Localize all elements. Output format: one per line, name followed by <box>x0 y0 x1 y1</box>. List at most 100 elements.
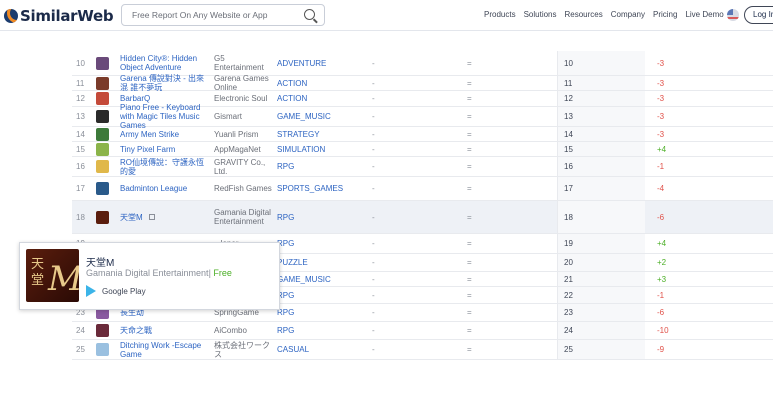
search-box <box>121 4 325 26</box>
category-link[interactable]: SPORTS_GAMES <box>277 177 343 200</box>
table-row[interactable]: 13 Piano Free - Keyboard with Magic Tiles… <box>72 103 773 130</box>
app-name-link[interactable]: Army Men Strike <box>120 127 208 141</box>
icon-glyph-2: 堂 <box>31 273 45 288</box>
popup-store-link[interactable]: Google Play <box>86 285 146 297</box>
rank-change: -6 <box>657 212 665 222</box>
similarweb-logo-icon <box>4 9 18 23</box>
developer-name: 株式会社ワークス <box>214 340 270 359</box>
top-navigation-bar: SimilarWeb Products Solutions Resources … <box>0 0 773 31</box>
app-icon[interactable] <box>96 142 109 156</box>
external-link-icon[interactable] <box>148 214 155 220</box>
category-link[interactable]: ACTION <box>277 76 307 90</box>
app-icon[interactable] <box>96 182 109 195</box>
app-name-text[interactable]: Army Men Strike <box>120 130 179 139</box>
app-icon[interactable] <box>96 210 109 224</box>
app-name-link[interactable]: Badminton League <box>120 177 208 200</box>
category-link[interactable]: GAME_MUSIC <box>277 107 331 126</box>
app-name-text[interactable]: BarbarQ <box>120 94 150 103</box>
category-link[interactable]: STRATEGY <box>277 127 320 141</box>
category-link[interactable]: ADVENTURE <box>277 51 326 75</box>
rank-trend: = <box>467 129 472 139</box>
current-position: 13 <box>557 107 645 126</box>
rank-trend: = <box>467 274 472 284</box>
current-position: 12 <box>557 91 645 106</box>
developer-name: RedFish Games <box>214 184 272 193</box>
app-icon-lineage-m: 天 堂 M <box>26 249 79 302</box>
table-row[interactable]: 15 Tiny Pixel Farm AppMagaNet SIMULATION - = 1… <box>72 142 773 157</box>
current-position: 19 <box>557 234 645 253</box>
table-row[interactable]: 24 天命之戰 AiCombo RPG - = 24 -10 <box>72 322 773 340</box>
app-name-text[interactable]: Tiny Pixel Farm <box>120 145 175 154</box>
nav-pricing[interactable]: Pricing <box>653 10 677 19</box>
app-name-text[interactable]: Badminton League <box>120 184 187 193</box>
search-icon[interactable] <box>304 9 315 20</box>
app-icon[interactable] <box>96 92 109 105</box>
previous-rank: - <box>372 129 375 139</box>
popup-price: Free <box>213 268 232 278</box>
popup-developer: Gamania Digital Entertainment <box>86 268 209 278</box>
category-link[interactable]: RPG <box>277 201 294 233</box>
app-icon[interactable] <box>96 127 109 141</box>
app-icon[interactable] <box>96 56 109 70</box>
nav-products[interactable]: Products <box>484 10 516 19</box>
nav-solutions[interactable]: Solutions <box>524 10 557 19</box>
current-position: 17 <box>557 177 645 200</box>
app-icon-cell <box>96 201 109 233</box>
app-icon[interactable] <box>96 343 109 356</box>
app-icon[interactable] <box>96 324 109 337</box>
developer-name: AiCombo <box>214 326 247 335</box>
app-name-text[interactable]: RO仙境傳說：守護永恆的愛 <box>120 158 208 176</box>
app-name-link[interactable]: Ditching Work -Escape Game <box>120 340 208 359</box>
app-name-link[interactable]: Hidden City®: Hidden Object Adventure <box>120 51 208 75</box>
previous-rank: - <box>372 144 375 154</box>
previous-rank: - <box>372 94 375 103</box>
nav-resources[interactable]: Resources <box>565 10 603 19</box>
app-name-text[interactable]: Garena 傳說對決 - 出來 混 誰不夢玩 <box>120 74 208 92</box>
category-link[interactable]: CASUAL <box>277 340 309 359</box>
app-preview-popup[interactable]: 天 堂 M 天堂M Gamania Digital Entertainment|… <box>19 242 280 310</box>
table-row[interactable]: 14 Army Men Strike Yuanli Prism STRATEGY - = 1… <box>72 127 773 142</box>
category-link[interactable]: SIMULATION <box>277 142 325 156</box>
login-button[interactable]: Log In <box>744 6 773 24</box>
category-link[interactable]: RPG <box>277 322 294 339</box>
table-row[interactable]: 25 Ditching Work -Escape Game 株式会社ワークス CASU… <box>72 340 773 360</box>
similarweb-logo[interactable]: SimilarWeb <box>4 6 114 26</box>
previous-rank: - <box>372 239 375 248</box>
rank-change: -9 <box>657 345 665 354</box>
table-row[interactable]: 10 Hidden City®: Hidden Object Adventure G… <box>72 51 773 76</box>
app-name-link[interactable]: RO仙境傳說：守護永恆的愛 <box>120 157 208 176</box>
table-row[interactable]: 17 Badminton League RedFish Games SPORTS_GA… <box>72 177 773 201</box>
category-link[interactable]: ACTION <box>277 91 307 106</box>
app-name-text[interactable]: Hidden City®: Hidden Object Adventure <box>120 54 208 72</box>
rank-change: -3 <box>657 58 665 68</box>
app-name-link[interactable]: 天命之戰 <box>120 322 208 339</box>
category-link[interactable]: PUZZLE <box>277 254 308 271</box>
app-name-text[interactable]: 天命之戰 <box>120 326 152 335</box>
app-icon[interactable] <box>96 110 109 123</box>
category-link[interactable]: GAME_MUSIC <box>277 272 331 286</box>
app-name-link[interactable]: Tiny Pixel Farm <box>120 142 208 156</box>
previous-rank: - <box>372 78 375 88</box>
table-row[interactable]: 16 RO仙境傳說：守護永恆的愛 GRAVITY Co., Ltd. RPG - = 16 -… <box>72 157 773 177</box>
app-name-text[interactable]: Ditching Work -Escape Game <box>120 341 208 359</box>
app-name-link[interactable]: Garena 傳說對決 - 出來 混 誰不夢玩 <box>120 74 208 92</box>
current-position: 10 <box>557 51 645 75</box>
app-icon[interactable] <box>96 76 109 90</box>
app-name-text[interactable]: 天堂M <box>120 213 143 222</box>
table-row[interactable]: 11 Garena 傳說對決 - 出來 混 誰不夢玩 Garena Games On… <box>72 74 773 92</box>
app-icon[interactable] <box>96 160 109 173</box>
rank-number: 16 <box>76 162 85 171</box>
nav-company[interactable]: Company <box>611 10 645 19</box>
app-name-link[interactable]: Piano Free - Keyboard with Magic Tiles M… <box>120 103 208 130</box>
rank-change: -3 <box>657 94 665 103</box>
rank-number: 18 <box>76 212 85 222</box>
us-flag-icon[interactable] <box>727 9 739 21</box>
table-row[interactable]: 18 天堂M Gamania Digital Entertainment RPG - = 1… <box>72 201 773 234</box>
nav-live-demo[interactable]: Live Demo <box>685 10 723 19</box>
app-name-link[interactable]: 天堂M <box>120 201 208 233</box>
app-name-text[interactable]: Piano Free - Keyboard with Magic Tiles M… <box>120 103 208 130</box>
previous-rank: - <box>372 58 375 68</box>
search-input[interactable] <box>132 5 302 25</box>
category-link[interactable]: RPG <box>277 157 294 176</box>
developer-name: Gamania Digital Entertainment <box>214 208 271 226</box>
